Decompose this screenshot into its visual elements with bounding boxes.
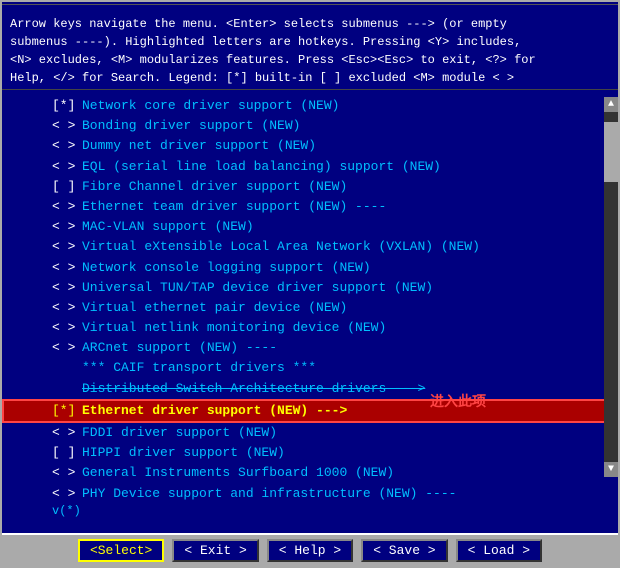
v-indicator: v(*) [2, 504, 618, 518]
menu-item: < > Virtual ethernet pair device (NEW) [2, 298, 618, 318]
menu-item: < > ARCnet support (NEW) ---- [2, 338, 618, 358]
scroll-down[interactable]: ▼ [604, 462, 618, 477]
menu-item: < > MAC-VLAN support (NEW) [2, 217, 618, 237]
menu-item: < > EQL (serial line load balancing) sup… [2, 157, 618, 177]
nav-button-1[interactable]: < Exit > [172, 539, 258, 562]
menu-item: < > Universal TUN/TAP device driver supp… [2, 278, 618, 298]
menu-item: < > FDDI driver support (NEW) [2, 423, 618, 443]
scrollbar[interactable]: ▲ ▼ [604, 97, 618, 477]
menu-item: < > Virtual netlink monitoring device (N… [2, 318, 618, 338]
menu-item-highlighted[interactable]: [*] Ethernet driver support (NEW) ---> [2, 399, 618, 423]
nav-button-3[interactable]: < Save > [361, 539, 447, 562]
menu-item: < > PHY Device support and infrastructur… [2, 484, 618, 504]
bottom-nav: <Select> < Exit > < Help > < Save > < Load > [2, 533, 618, 566]
menu-item: Distributed Switch Architecture drivers … [2, 379, 618, 399]
menu-item: < > Network console logging support (NEW… [2, 258, 618, 278]
menu-item: < > Dummy net driver support (NEW) [2, 136, 618, 156]
menu-item: [*] Network core driver support (NEW) [2, 96, 618, 116]
menu-area: [*] Network core driver support (NEW)< >… [2, 90, 618, 533]
menu-item: *** CAIF transport drivers *** [2, 358, 618, 378]
nav-button-0[interactable]: <Select> [78, 539, 164, 562]
scroll-up[interactable]: ▲ [604, 97, 618, 112]
menu-item: < > Virtual eXtensible Local Area Networ… [2, 237, 618, 257]
menu-item: < > Ethernet team driver support (NEW) -… [2, 197, 618, 217]
chinese-annotation: 进入此项 [430, 391, 486, 411]
menu-item: [ ] Fibre Channel driver support (NEW) [2, 177, 618, 197]
menu-item: < > General Instruments Surfboard 1000 (… [2, 463, 618, 483]
help-text: Arrow keys navigate the menu. <Enter> se… [2, 13, 618, 90]
nav-button-2[interactable]: < Help > [267, 539, 353, 562]
scroll-thumb[interactable] [604, 122, 618, 182]
menu-item: [ ] HIPPI driver support (NEW) [2, 443, 618, 463]
nav-button-4[interactable]: < Load > [456, 539, 542, 562]
menu-item: < > Bonding driver support (NEW) [2, 116, 618, 136]
